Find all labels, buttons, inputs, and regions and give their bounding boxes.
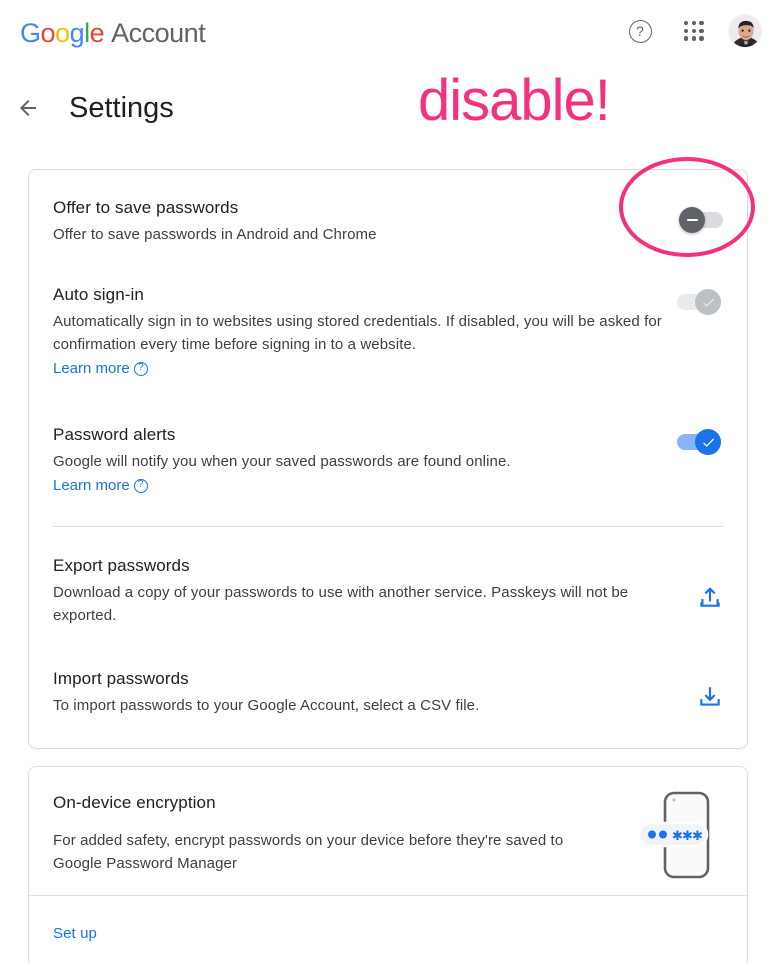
on-device-encryption-card: On-device encryption For added safety, e…: [28, 766, 748, 963]
phone-with-password-icon: ✱ ✱ ✱: [627, 785, 723, 890]
toggle-knob: [695, 429, 721, 455]
password-alerts-toggle[interactable]: [677, 428, 721, 456]
row-title: Password alerts: [53, 425, 176, 444]
upload-glyph: [700, 587, 720, 607]
logo-letter-o2: o: [55, 18, 70, 48]
google-account-logo[interactable]: Google Account: [20, 16, 206, 50]
back-arrow-glyph: [20, 100, 36, 116]
row-description: Automatically sign in to websites using …: [53, 313, 662, 353]
download-glyph: [700, 687, 720, 706]
auto-sign-in-learn-more-link[interactable]: Learn more ?: [53, 357, 148, 380]
logo-letter-g: G: [20, 18, 41, 48]
top-bar: Google Account ?: [0, 0, 776, 66]
google-wordmark: Google: [20, 18, 105, 48]
apps-grid-icon: [684, 21, 704, 41]
learn-more-label: Learn more: [53, 477, 130, 494]
row-title: Export passwords: [53, 556, 190, 575]
row-description: Offer to save passwords in Android and C…: [53, 226, 377, 243]
row-title: Auto sign-in: [53, 285, 144, 304]
row-offer-to-save-passwords[interactable]: Offer to save passwords Offer to save pa…: [29, 196, 747, 246]
card-divider: [53, 526, 723, 527]
set-up-button[interactable]: Set up: [53, 925, 97, 942]
offer-to-save-passwords-toggle[interactable]: [679, 206, 723, 234]
password-alerts-learn-more-link[interactable]: Learn more ?: [53, 474, 148, 497]
logo-letter-e: e: [89, 18, 105, 48]
set-up-row: Set up: [29, 923, 747, 945]
help-circle-icon: ?: [133, 361, 148, 376]
row-title: Offer to save passwords: [53, 198, 239, 217]
encryption-title: On-device encryption: [53, 793, 216, 812]
auto-sign-in-toggle[interactable]: [677, 288, 721, 316]
learn-more-label: Learn more: [53, 360, 130, 377]
row-import-passwords[interactable]: Import passwords To import passwords to …: [29, 667, 747, 717]
logo-letter-o1: o: [40, 18, 56, 48]
toggle-knob: [695, 289, 721, 315]
page-header: Settings: [0, 85, 174, 131]
check-icon: [702, 298, 714, 307]
row-description: To import passwords to your Google Accou…: [53, 697, 480, 714]
row-auto-sign-in[interactable]: Auto sign-in Automatically sign in to we…: [29, 283, 747, 380]
help-circle-icon: ?: [628, 19, 652, 43]
download-icon[interactable]: [697, 684, 723, 710]
annotation-disable-text: disable!: [418, 68, 611, 133]
toggle-knob: [679, 207, 705, 233]
help-circle-icon: ?: [133, 478, 148, 493]
help-button[interactable]: ?: [620, 11, 660, 51]
google-account-settings-page: Google Account ? Settings disable! Offer…: [0, 0, 776, 963]
brand-account-label: Account: [111, 18, 206, 48]
encryption-card-divider: [29, 895, 747, 896]
password-settings-card: Offer to save passwords Offer to save pa…: [28, 169, 748, 749]
svg-text:✱: ✱: [692, 828, 703, 843]
check-icon: [702, 438, 714, 447]
encryption-description: For added safety, encrypt passwords on y…: [53, 832, 564, 872]
phone-illustration: ✱ ✱ ✱: [637, 791, 710, 879]
row-export-passwords[interactable]: Export passwords Download a copy of your…: [29, 554, 747, 627]
avatar-photo: [729, 15, 761, 47]
google-apps-button[interactable]: [674, 11, 714, 51]
upload-icon[interactable]: [697, 584, 723, 610]
row-title: Import passwords: [53, 669, 189, 688]
toggle-off-dash-icon: [686, 219, 698, 221]
top-bar-actions: ?: [620, 11, 762, 51]
logo-letter-g2: g: [69, 18, 85, 48]
page-title: Settings: [69, 92, 174, 124]
back-arrow-icon[interactable]: [8, 88, 48, 128]
row-password-alerts[interactable]: Password alerts Google will notify you w…: [29, 423, 747, 497]
row-description: Google will notify you when your saved p…: [53, 453, 511, 470]
on-device-encryption-section: On-device encryption For added safety, e…: [29, 791, 747, 879]
row-description: Download a copy of your passwords to use…: [53, 584, 629, 624]
account-avatar[interactable]: [728, 14, 762, 48]
